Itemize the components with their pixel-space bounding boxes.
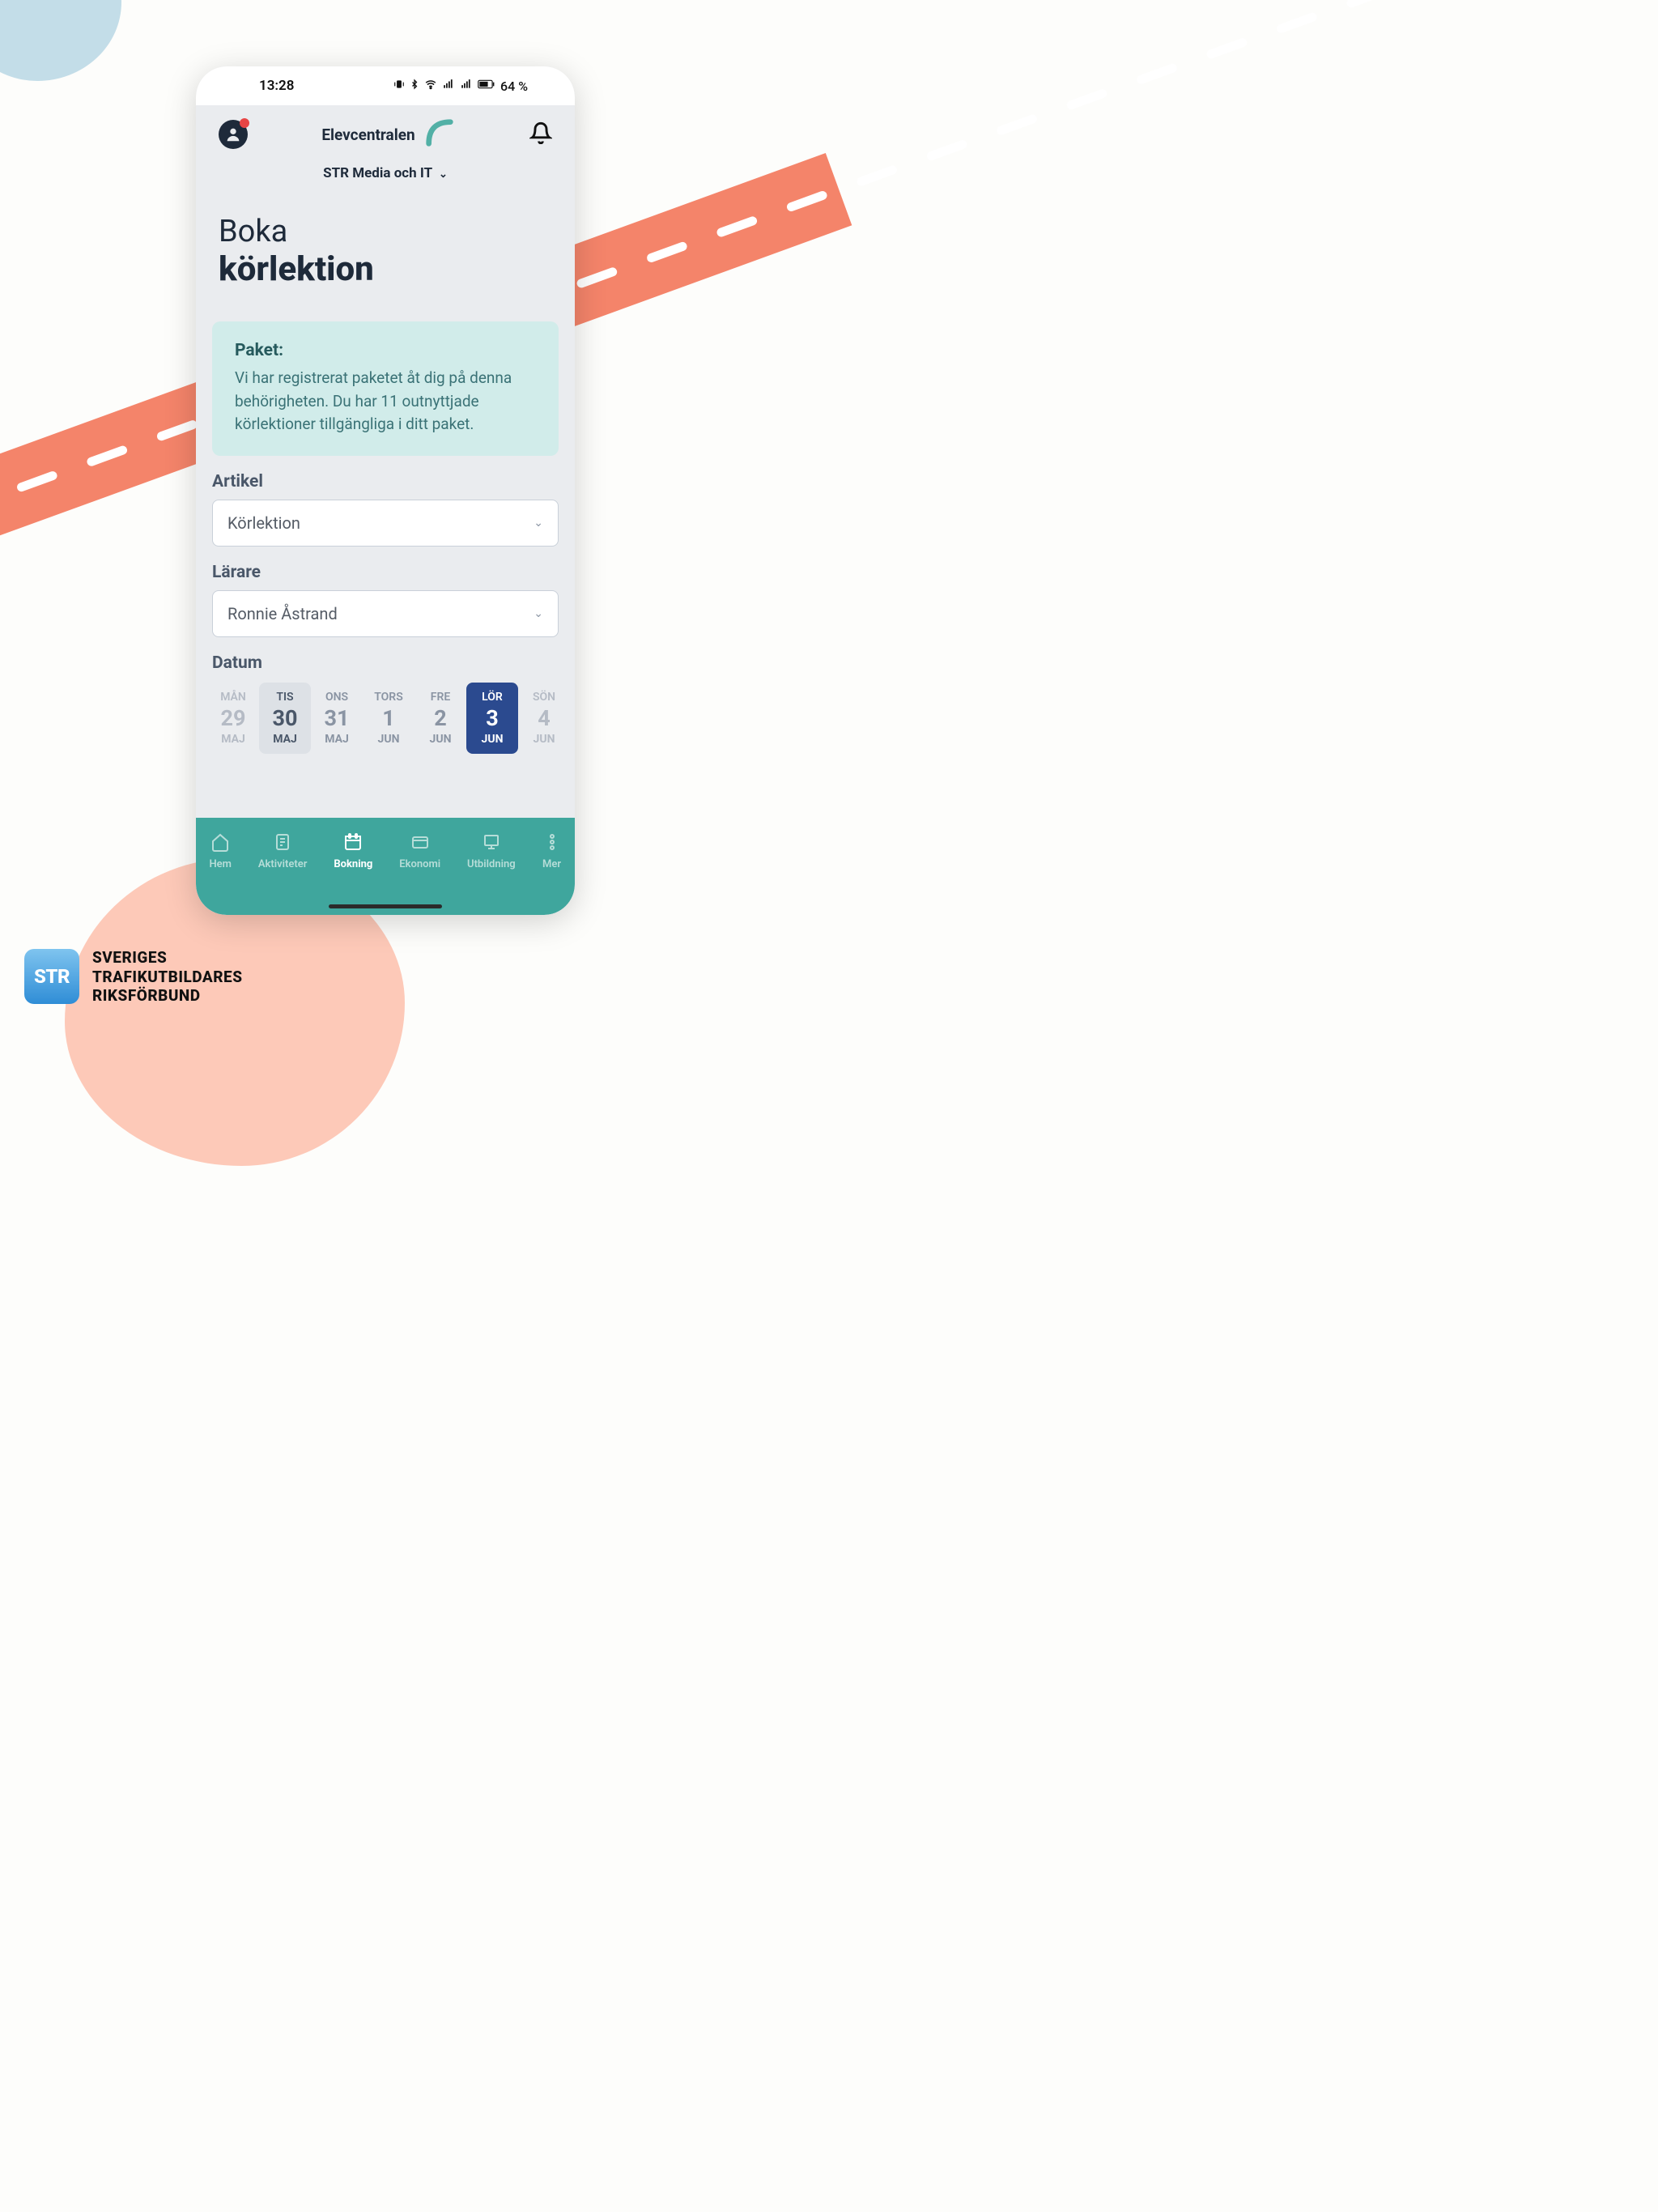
package-info-card: Paket: Vi har registrerat paketet åt dig…	[212, 321, 559, 456]
date-cell-1-jun[interactable]: TORS1 JUN	[363, 683, 414, 754]
date-cell-3-jun[interactable]: LÖR3 JUN	[466, 683, 518, 754]
nav-more-label: Mer	[542, 858, 561, 870]
notifications-button[interactable]	[529, 121, 552, 147]
signal-icon-1	[442, 79, 455, 93]
date-number: 4	[520, 705, 568, 731]
article-value: Körlektion	[227, 513, 300, 533]
notification-dot	[240, 118, 249, 128]
home-indicator[interactable]	[329, 904, 442, 908]
date-picker-strip: MÅN29MAJTIS30MAJONS31MAJTORS1JUNFRE2JUNL…	[196, 681, 575, 754]
str-logo-box: STR	[24, 949, 79, 1004]
footer-line3: RIKSFÖRBUND	[92, 986, 243, 1006]
date-number: 3	[468, 705, 517, 731]
date-cell-29-maj[interactable]: MÅN29 MAJ	[207, 683, 259, 754]
brand-road-icon	[423, 117, 456, 152]
nav-more[interactable]: Mer	[542, 832, 562, 870]
brand-label: Elevcentralen	[321, 125, 414, 144]
status-time: 13:28	[259, 78, 294, 94]
vibrate-icon	[393, 79, 405, 93]
nav-activities-label: Aktiviteter	[258, 858, 308, 870]
date-number: 29	[209, 705, 257, 731]
nav-home[interactable]: Hem	[209, 832, 232, 870]
status-icons: 64 %	[393, 79, 528, 94]
date-dow: SÖN	[520, 691, 568, 704]
brand: Elevcentralen	[321, 117, 455, 152]
status-bar: 13:28 64 %	[196, 66, 575, 105]
date-cell-30-maj[interactable]: TIS30 MAJ	[259, 683, 311, 754]
battery-icon	[478, 79, 495, 93]
phone-frame: 13:28 64 %	[196, 66, 575, 915]
article-select[interactable]: Körlektion ⌄	[212, 500, 559, 547]
date-cell-31-maj[interactable]: ONS31 MAJ	[311, 683, 363, 754]
date-number: 2	[416, 705, 465, 731]
date-month: JUN	[468, 733, 517, 746]
date-month: JUN	[364, 733, 413, 746]
footer-line1: SVERIGES	[92, 948, 243, 968]
chevron-down-icon: ⌄	[439, 168, 448, 181]
wifi-icon	[424, 79, 437, 93]
date-month: JUN	[520, 733, 568, 746]
nav-booking-label: Bokning	[334, 858, 372, 870]
date-cell-2-jun[interactable]: FRE2 JUN	[414, 683, 466, 754]
date-dow: FRE	[416, 691, 465, 704]
teacher-label: Lärare	[212, 563, 559, 582]
page-title-line1: Boka	[219, 214, 552, 249]
chevron-down-icon: ⌄	[534, 517, 543, 530]
footer-org-name: SVERIGES TRAFIKUTBILDARES RIKSFÖRBUND	[92, 948, 243, 1006]
profile-button[interactable]	[219, 120, 248, 149]
nav-education[interactable]: Utbildning	[467, 832, 516, 870]
date-dow: ONS	[312, 691, 361, 704]
footer-str-logo: STR SVERIGES TRAFIKUTBILDARES RIKSFÖRBUN…	[24, 948, 243, 1006]
date-label: Datum	[212, 653, 559, 673]
date-dow: LÖR	[468, 691, 517, 704]
date-month: MAJ	[312, 733, 361, 746]
date-cell-4-jun[interactable]: SÖN4 JUN	[518, 683, 570, 754]
page-title-line2: körlektion	[219, 249, 552, 289]
package-info-body: Vi har registrerat paketet åt dig på den…	[235, 367, 536, 436]
status-battery-pct: 64 %	[500, 79, 528, 94]
bottom-nav: Hem Aktiviteter Bokning Ekonomi Utbildni…	[196, 818, 575, 915]
signal-icon-2	[460, 79, 473, 93]
nav-activities[interactable]: Aktiviteter	[258, 832, 308, 870]
date-month: JUN	[416, 733, 465, 746]
page-title: Boka körlektion	[196, 189, 575, 321]
teacher-value: Ronnie Åstrand	[227, 604, 338, 623]
date-number: 1	[364, 705, 413, 731]
nav-booking[interactable]: Bokning	[334, 832, 372, 870]
package-info-title: Paket:	[235, 341, 536, 360]
nav-economy-label: Ekonomi	[399, 858, 440, 870]
article-label: Artikel	[212, 472, 559, 491]
date-dow: MÅN	[209, 691, 257, 704]
date-dow: TIS	[261, 691, 309, 704]
date-number: 30	[261, 705, 309, 731]
nav-economy[interactable]: Ekonomi	[399, 832, 440, 870]
school-name: STR Media och IT	[323, 165, 432, 181]
teacher-select[interactable]: Ronnie Åstrand ⌄	[212, 590, 559, 637]
chevron-down-icon: ⌄	[534, 607, 543, 620]
date-month: MAJ	[261, 733, 309, 746]
date-dow: TORS	[364, 691, 413, 704]
date-number: 31	[312, 705, 361, 731]
date-month: MAJ	[209, 733, 257, 746]
nav-home-label: Hem	[209, 858, 232, 870]
bg-shape-top-left	[0, 0, 121, 81]
footer-line2: TRAFIKUTBILDARES	[92, 968, 243, 987]
school-selector[interactable]: STR Media och IT ⌄	[219, 165, 552, 181]
nav-education-label: Utbildning	[467, 858, 516, 870]
bluetooth-icon	[410, 79, 419, 93]
